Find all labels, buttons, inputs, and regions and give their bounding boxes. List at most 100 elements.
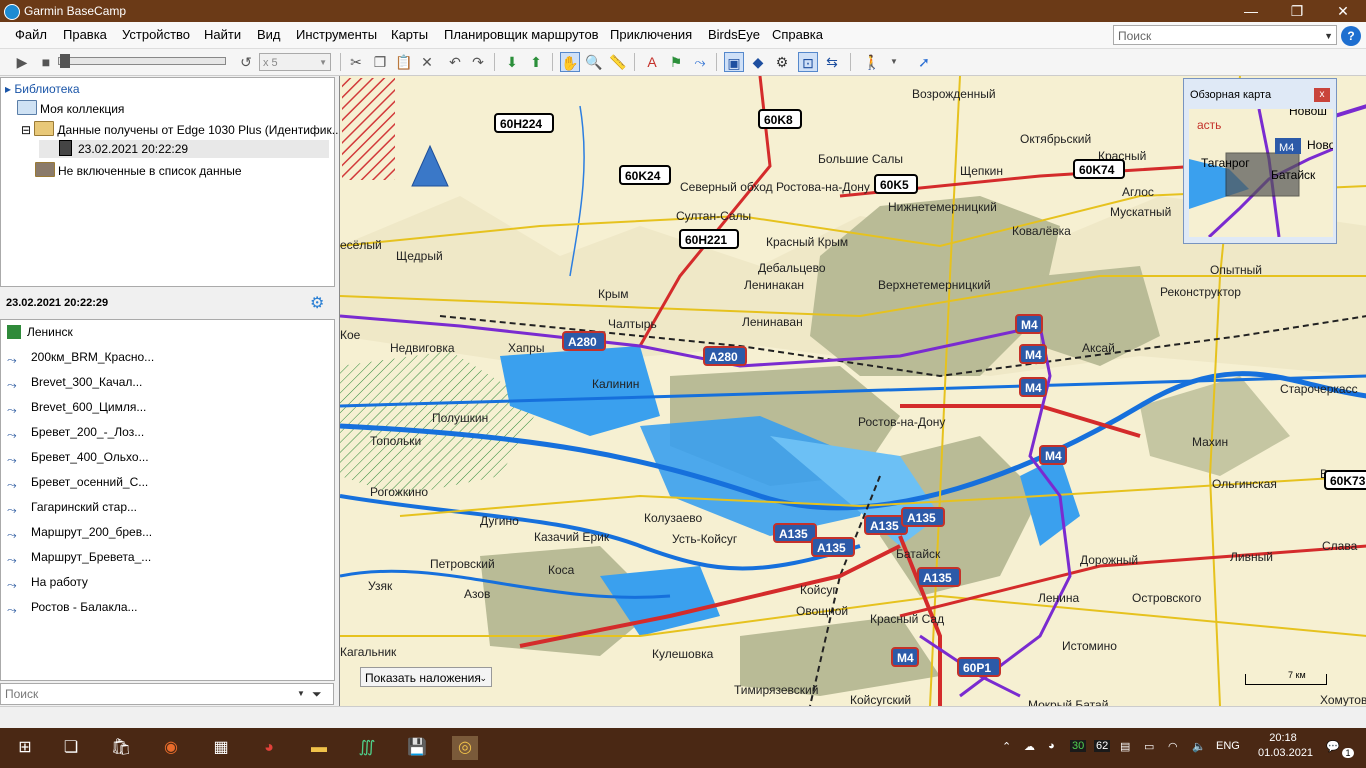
explorer-icon[interactable]: ▬ [306, 736, 332, 760]
hand-tool-icon[interactable]: ✋ [560, 52, 580, 72]
cut-icon[interactable]: ✂ [346, 52, 366, 72]
delete-icon[interactable]: ✕ [417, 52, 437, 72]
list-item[interactable]: ⤳ Маршрут_200_брев... [7, 525, 152, 542]
list-item[interactable]: ⤳ Бревет_200_-_Лоз... [7, 425, 144, 442]
filter-icon[interactable]: ⏷ [312, 687, 322, 702]
activity-profile-icon[interactable]: 🚶 [862, 52, 882, 72]
list-item[interactable]: ⤳ Brevet_600_Цимля... [7, 400, 146, 417]
flag-icon[interactable]: ▤ [1120, 740, 1130, 753]
road-shield: 60K74 [1073, 159, 1125, 179]
copy-icon[interactable]: ❐ [370, 52, 390, 72]
wifi-icon[interactable]: ◠ [1168, 740, 1178, 753]
overview-close-button[interactable]: x [1314, 88, 1330, 102]
playback-slider[interactable] [58, 57, 226, 65]
town-label: Батайск [896, 547, 941, 561]
redo-icon[interactable]: ↷ [468, 52, 488, 72]
maximize-button[interactable]: ❐ [1274, 0, 1320, 22]
device-data-folder[interactable]: ⊟ Данные получены от Edge 1030 Plus (Иде… [21, 121, 342, 137]
list-item[interactable]: ⤳ Brevet_300_Качал... [7, 375, 142, 392]
paste-icon[interactable]: 📋 [394, 52, 414, 72]
explore-icon[interactable]: ➚ [914, 52, 934, 72]
menu-maps[interactable]: Карты [391, 27, 428, 42]
loop-icon[interactable]: ↺ [236, 52, 256, 72]
list-item[interactable]: ⤳ Маршрут_Бревета_... [7, 550, 151, 567]
play-icon[interactable]: ▶ [12, 52, 32, 72]
menu-birdseye[interactable]: BirdsEye [708, 27, 760, 42]
show-overlays-dropdown[interactable]: Показать наложения ⌄ [360, 667, 492, 687]
save-app-icon[interactable]: 💾 [404, 736, 430, 760]
language-indicator[interactable]: ENG [1216, 740, 1240, 752]
search-dropdown-icon[interactable]: ▼ [1324, 26, 1333, 46]
task-view-icon[interactable]: ❏ [58, 736, 84, 760]
list-item[interactable]: ⤳ Ростов - Балакла... [7, 600, 138, 617]
unlisted-data-item[interactable]: Не включенные в список данные [35, 162, 242, 178]
tray-icon[interactable]: ☁ [1024, 740, 1035, 753]
undo-icon[interactable]: ↶ [445, 52, 465, 72]
menu-view[interactable]: Вид [257, 27, 281, 42]
list-item[interactable]: ⤳ На работу [7, 575, 88, 592]
list-item[interactable]: Ленинск [7, 325, 73, 339]
close-button[interactable]: ✕ [1320, 0, 1366, 22]
menu-edit[interactable]: Правка [63, 27, 107, 42]
tray-chrome-icon[interactable]: ◕ [1048, 740, 1055, 752]
2d-map-icon[interactable]: ▣ [724, 52, 744, 72]
tray-chevron-icon[interactable]: ⌃ [1002, 740, 1011, 753]
menu-help[interactable]: Справка [772, 27, 823, 42]
battery-icon[interactable]: ▭ [1144, 740, 1154, 753]
list-item[interactable]: ⤳ Бревет_осенний_С... [7, 475, 148, 492]
list-item[interactable]: ⤳ Гагаринский стар... [7, 500, 137, 517]
volume-icon[interactable]: 🔈 [1192, 740, 1206, 753]
speed-select[interactable]: x 5 ▼ [259, 53, 331, 71]
windows-start-icon[interactable]: ⊞ [12, 736, 38, 760]
tray-counter-2[interactable]: 62 [1094, 740, 1111, 752]
ubuntu-icon[interactable]: ◉ [158, 736, 184, 760]
library-panel: ▸ Библиотека Моя коллекция ⊟ Данные полу… [0, 77, 342, 287]
list-search-input[interactable]: Поиск ▼ [0, 683, 334, 705]
menu-file[interactable]: Файл [15, 27, 47, 42]
minimize-button[interactable]: — [1228, 0, 1274, 22]
speed-label: x 5 [263, 57, 278, 69]
scale-bar [1245, 674, 1327, 685]
notification-icon[interactable]: 💬 [1326, 740, 1340, 753]
library-header[interactable]: ▸ Библиотека [5, 82, 80, 96]
clock-time: 20:18 [1269, 732, 1297, 744]
store-icon[interactable]: 🛍 [108, 736, 134, 760]
app-icon[interactable]: ∭ [354, 736, 380, 760]
clock[interactable]: 20:18 01.03.2021 [1258, 732, 1313, 759]
menu-find[interactable]: Найти [204, 27, 241, 42]
overview-map-panel[interactable]: Обзорная карта x асть Таганрог Батайск Н… [1183, 78, 1337, 244]
basecamp-icon [4, 4, 20, 20]
calculator-icon[interactable]: ▦ [208, 736, 234, 760]
3d-map-icon[interactable]: ◆ [748, 52, 768, 72]
playback-slider-thumb[interactable] [60, 54, 70, 68]
menu-adventures[interactable]: Приключения [610, 27, 692, 42]
list-item[interactable]: ⤳ 200км_BRM_Красно... [7, 350, 154, 367]
zoom-tool-icon[interactable]: 🔍 [584, 52, 604, 72]
svg-text:M4: M4 [897, 651, 914, 665]
new-waypoint-icon[interactable]: A [642, 52, 662, 72]
svg-text:60K73: 60K73 [1330, 474, 1366, 488]
menu-device[interactable]: Устройство [122, 27, 190, 42]
stop-icon[interactable]: ■ [36, 52, 56, 72]
fit-map-icon[interactable]: ⊡ [798, 52, 818, 72]
measure-tool-icon[interactable]: 📏 [608, 52, 628, 72]
tray-counter-1[interactable]: 30 [1070, 740, 1087, 752]
refresh-map-icon[interactable]: ⇆ [822, 52, 842, 72]
chrome-icon[interactable]: ◕ [256, 736, 282, 760]
new-route-icon[interactable]: ⚑ [666, 52, 686, 72]
gear-icon[interactable]: ⚙ [310, 293, 324, 313]
map-options-icon[interactable]: ⚙ [772, 52, 792, 72]
my-collection-item[interactable]: Моя коллекция [17, 100, 124, 116]
menu-route-planner[interactable]: Планировщик маршрутов [444, 27, 599, 42]
help-icon[interactable]: ? [1341, 26, 1361, 46]
overview-canvas[interactable]: асть Таганрог Батайск Ново Новош М4 [1189, 109, 1333, 237]
new-track-icon[interactable]: ⤳ [690, 52, 710, 72]
session-item[interactable]: 23.02.2021 20:22:29 [39, 140, 329, 158]
menu-tools[interactable]: Инструменты [296, 27, 377, 42]
send-to-device-icon[interactable]: ⬆ [526, 52, 546, 72]
list-item[interactable]: ⤳ Бревет_400_Ольхо... [7, 450, 149, 467]
basecamp-task-icon[interactable]: ◎ [452, 736, 478, 760]
search-input[interactable]: Поиск ▼ [1113, 25, 1337, 45]
profile-dropdown-icon[interactable]: ▼ [884, 52, 904, 72]
receive-from-device-icon[interactable]: ⬇ [502, 52, 522, 72]
